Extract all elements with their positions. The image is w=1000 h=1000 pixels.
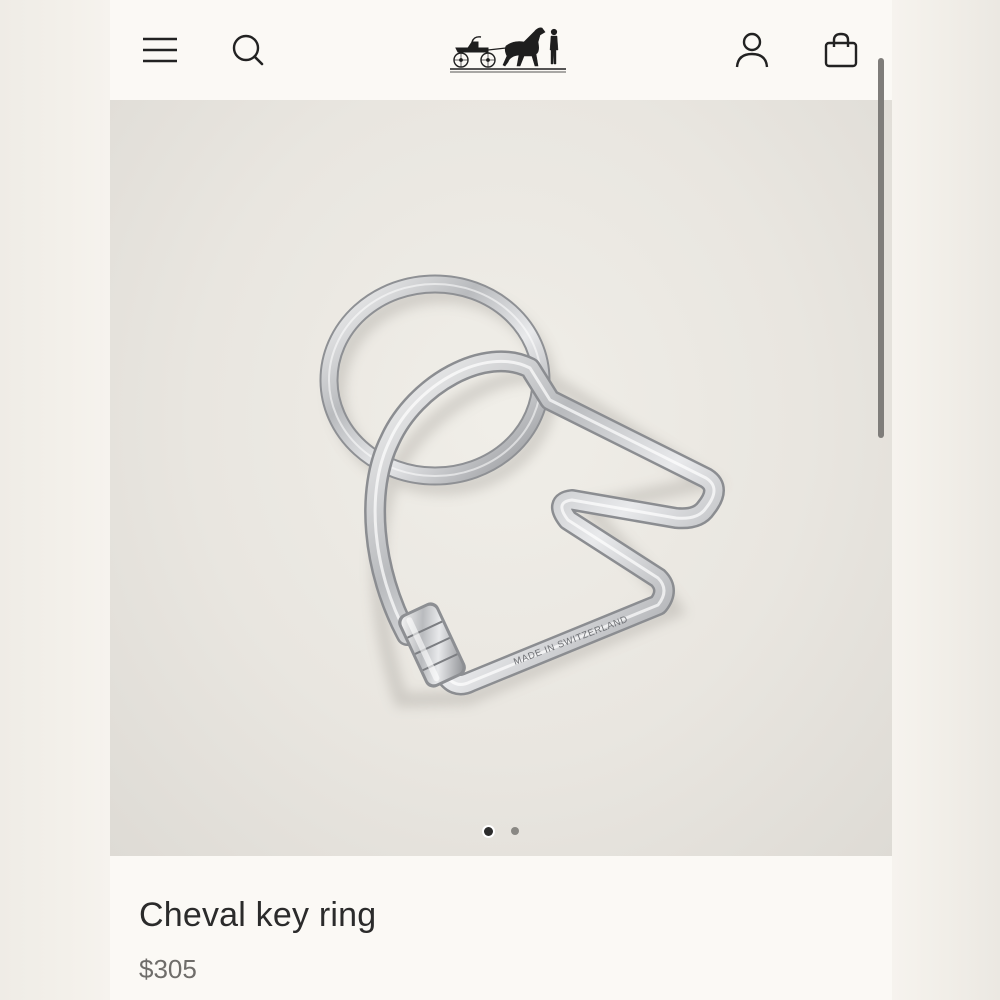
site-header [110, 0, 892, 100]
product-image-gallery[interactable]: MADE IN SWITZERLAND [110, 100, 892, 856]
product-image-key-ring: MADE IN SWITZERLAND [319, 274, 726, 708]
gallery-dot-1[interactable] [483, 826, 493, 836]
hamburger-menu-icon [143, 37, 177, 63]
left-background-margin [0, 0, 110, 1000]
product-title: Cheval key ring [139, 896, 377, 934]
menu-button[interactable] [136, 26, 184, 74]
account-button[interactable] [728, 26, 776, 74]
shopping-bag-button[interactable] [817, 26, 865, 74]
scrollbar[interactable] [878, 58, 884, 438]
search-button[interactable] [224, 26, 272, 74]
shopping-bag-icon [824, 32, 858, 68]
gallery-pagination [110, 824, 892, 838]
search-icon [232, 34, 264, 66]
horse-carriage-logo[interactable] [448, 18, 568, 74]
right-background-margin [892, 0, 1000, 1000]
product-price: $305 [139, 954, 197, 984]
product-info: Cheval key ring $305 [110, 856, 892, 1000]
mobile-product-page: MADE IN SWITZERLAND Cheval key ring $305 [110, 0, 892, 1000]
user-account-icon [735, 32, 769, 68]
gallery-dot-2[interactable] [510, 827, 519, 835]
